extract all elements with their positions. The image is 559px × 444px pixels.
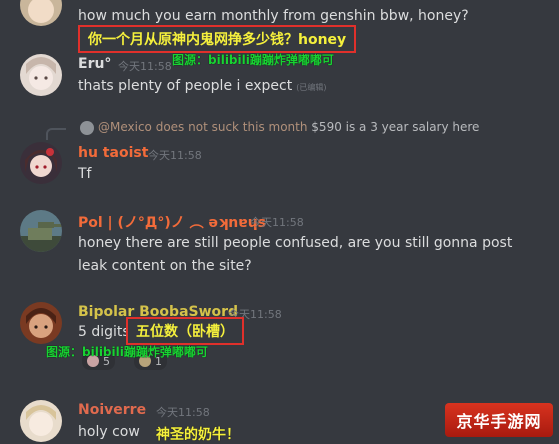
source-overlay: 图源：bilibili蹦蹦炸弹嘟嘟可 <box>172 53 334 67</box>
message-text: how much you earn monthly from genshin b… <box>78 8 469 24</box>
avatar[interactable] <box>20 142 62 184</box>
reply-text: $590 is a 3 year salary here <box>311 120 480 134</box>
author-name[interactable]: Eru° <box>78 56 111 72</box>
timestamp: 今天11:58 <box>156 406 210 419</box>
message-text: 5 digits <box>78 324 130 340</box>
reply-connector <box>46 128 66 140</box>
watermark-logo: 京华手游网 <box>445 403 553 437</box>
reply-mention[interactable]: @Mexico does not suck this month <box>98 120 307 134</box>
message-body: thats plenty of people i expect <box>78 78 293 94</box>
caption-overlay: 你一个月从原神内鬼网挣多少钱？honey <box>78 25 357 53</box>
message-text: honey there are still people confused, a… <box>78 235 513 251</box>
author-name[interactable]: Noiverre <box>78 402 146 418</box>
avatar[interactable] <box>20 302 62 344</box>
avatar[interactable] <box>20 54 62 96</box>
timestamp: 今天11:58 <box>250 216 304 229</box>
edited-tag: (已编辑) <box>296 83 327 92</box>
caption-overlay: 神圣的奶牛！ <box>156 427 240 443</box>
timestamp: 今天11:58 <box>118 60 172 73</box>
message-text: holy cow <box>78 424 140 440</box>
message-text: thats plenty of people i expect (已编辑) <box>78 78 326 94</box>
timestamp: 今天11:58 <box>148 149 202 162</box>
caption-overlay: 五位数（卧槽） <box>126 317 244 345</box>
avatar[interactable] <box>20 210 62 252</box>
author-name[interactable]: Pol | (ノ°Д°)ノ ︵ ǝʞnɐɥs <box>78 212 266 232</box>
reply-preview[interactable]: @Mexico does not suck this month $590 is… <box>80 120 479 135</box>
message-text-line-2: leak content on the site? <box>78 258 252 274</box>
avatar[interactable] <box>20 0 62 26</box>
author-name[interactable]: hu taoist <box>78 145 148 161</box>
reply-avatar-icon <box>80 120 94 135</box>
message-text: Tf <box>78 166 92 182</box>
avatar[interactable] <box>20 400 62 442</box>
source-overlay: 图源：bilibili蹦蹦炸弹嘟嘟可 <box>46 345 208 359</box>
